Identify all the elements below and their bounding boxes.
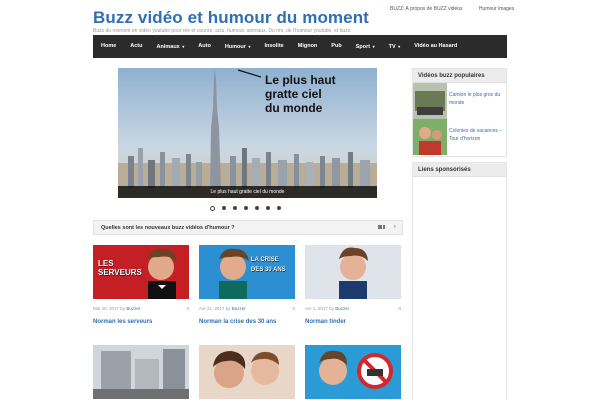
video-date: Avr 1, 2017 <box>305 306 328 311</box>
nav-item-actu[interactable]: Actu <box>123 35 149 58</box>
video-title[interactable]: Norman les serveurs <box>93 319 189 325</box>
video-thumbnail[interactable]: LES SERVEURS <box>93 245 189 299</box>
by-label: by <box>120 306 126 311</box>
video-card[interactable] <box>199 345 295 399</box>
section-header: Quelles sont les nouveaux buzz vidéos d'… <box>93 220 403 235</box>
main-nav: Home Actu Animaux ▾ Auto Humour ▾ Insolite Mig… <box>93 35 507 58</box>
nav-item-humour[interactable]: Humour ▾ <box>218 35 258 58</box>
popular-item-title[interactable]: Colonies de vacances – Tour d'horizon <box>449 127 507 143</box>
video-date: Mai 30, 2017 <box>93 306 120 311</box>
popular-videos-widget: Vidéos buzz populaires Camion le plus gr… <box>412 68 507 157</box>
nav-item-mignon[interactable]: Mignon <box>291 35 325 58</box>
slider-dot[interactable] <box>210 205 215 211</box>
nav-item-label: TV <box>388 44 396 50</box>
slider-dot[interactable] <box>277 206 281 210</box>
chevron-down-icon: ▾ <box>248 44 251 49</box>
section-menu-caret-icon[interactable]: ▾ <box>393 224 396 230</box>
slide-callout: Le plus haut gratte ciel du monde <box>265 73 336 115</box>
slider-dot[interactable] <box>222 206 226 210</box>
popular-item-title[interactable]: Camion le plus gros du monde <box>449 91 507 107</box>
sponsored-links-title: Liens sponsorisés <box>413 163 506 177</box>
video-card[interactable]: LA CRISE DES 30 ANS Avr 21, 2017 by Buzz… <box>199 245 295 325</box>
comment-count[interactable]: 0 <box>186 306 189 311</box>
video-card[interactable]: LES SERVEURS Mai 30, 2017 by Buzzer 0 No… <box>93 245 189 325</box>
nav-item-label: Pub <box>331 43 342 49</box>
video-card[interactable] <box>305 345 401 399</box>
top-link-humour-images[interactable]: Humour images <box>479 6 514 12</box>
video-date: Avr 21, 2017 <box>199 306 225 311</box>
nav-item-insolite[interactable]: Insolite <box>257 35 290 58</box>
nav-item-label: Vidéo au Hasard <box>414 43 458 49</box>
slider-dot[interactable] <box>266 206 270 210</box>
nav-item-label: Auto <box>198 43 211 49</box>
site-tagline: Buzz du moment en vidéo youtube pour rir… <box>93 28 352 34</box>
sponsored-links-widget: Liens sponsorisés <box>412 162 507 400</box>
video-title[interactable]: Norman tinder <box>305 319 401 325</box>
popular-thumbnail[interactable] <box>413 119 447 155</box>
nav-item-home[interactable]: Home <box>93 35 123 58</box>
video-meta: Mai 30, 2017 by Buzzer 0 <box>93 306 189 312</box>
by-label: by <box>329 306 334 311</box>
video-title[interactable]: Norman la crise des 30 ans <box>199 319 295 325</box>
comment-count[interactable]: 0 <box>292 306 295 311</box>
slider-dot[interactable] <box>233 206 237 210</box>
nav-item-tv[interactable]: TV ▾ <box>382 35 408 58</box>
nav-item-animaux[interactable]: Animaux ▾ <box>150 35 192 58</box>
slider-dot[interactable] <box>255 206 259 210</box>
nav-item-label: Animaux <box>156 44 180 50</box>
video-card[interactable]: Avr 1, 2017 by Buzzer 0 Norman tinder <box>305 245 401 325</box>
slide-image <box>118 68 377 198</box>
video-author[interactable]: Buzzer <box>232 306 246 311</box>
chevron-down-icon: ▾ <box>182 44 185 49</box>
by-label: by <box>225 306 231 311</box>
grid-view-icon[interactable] <box>378 225 385 231</box>
slider-dot[interactable] <box>244 206 248 210</box>
nav-item-label: Actu <box>130 43 143 49</box>
nav-item-label: Mignon <box>297 43 318 49</box>
nav-item-pub[interactable]: Pub <box>324 35 348 58</box>
nav-item-sport[interactable]: Sport ▾ <box>349 35 382 58</box>
video-thumbnail[interactable]: LA CRISE DES 30 ANS <box>199 245 295 299</box>
video-author[interactable]: Buzzer <box>335 306 349 311</box>
thumbnail-overlay-text: LES SERVEURS <box>98 259 142 277</box>
popular-thumbnail[interactable] <box>413 83 447 119</box>
slider-pagination <box>210 205 281 211</box>
top-link-about[interactable]: BUZZ: A propos de BUZZ vidéos <box>390 6 463 12</box>
featured-slider[interactable]: Le plus haut gratte ciel du monde Le plu… <box>118 68 377 198</box>
video-meta: Avr 21, 2017 by Buzzer 0 <box>199 306 295 312</box>
popular-item[interactable]: Camion le plus gros du monde <box>413 83 506 119</box>
video-thumbnail[interactable] <box>93 345 189 399</box>
nav-item-vid-o-au-hasard[interactable]: Vidéo au Hasard <box>407 35 464 58</box>
popular-videos-title: Vidéos buzz populaires <box>413 69 506 83</box>
nav-item-label: Sport <box>355 44 371 50</box>
slide-caption[interactable]: Le plus haut gratte ciel du monde <box>118 186 377 198</box>
chevron-down-icon: ▾ <box>372 44 375 49</box>
video-meta: Avr 1, 2017 by Buzzer 0 <box>305 306 401 312</box>
video-thumbnail[interactable] <box>305 245 401 299</box>
video-thumbnail[interactable] <box>199 345 295 399</box>
nav-item-label: Home <box>101 43 117 49</box>
nav-item-label: Insolite <box>264 43 284 49</box>
chevron-down-icon: ▾ <box>398 44 401 49</box>
nav-item-auto[interactable]: Auto <box>191 35 218 58</box>
video-author[interactable]: Buzzer <box>126 306 140 311</box>
nav-item-label: Humour <box>224 44 246 50</box>
section-title: Quelles sont les nouveaux buzz vidéos d'… <box>101 225 235 231</box>
video-thumbnail[interactable] <box>305 345 401 399</box>
thumbnail-overlay-text: LA CRISE DES 30 ANS <box>251 257 286 273</box>
top-links: BUZZ: A propos de BUZZ vidéos Humour ima… <box>390 6 529 12</box>
popular-item[interactable]: Colonies de vacances – Tour d'horizon <box>413 119 506 155</box>
comment-count[interactable]: 0 <box>398 306 401 311</box>
site-title[interactable]: Buzz vidéo et humour du moment <box>93 8 369 28</box>
video-card[interactable] <box>93 345 189 399</box>
